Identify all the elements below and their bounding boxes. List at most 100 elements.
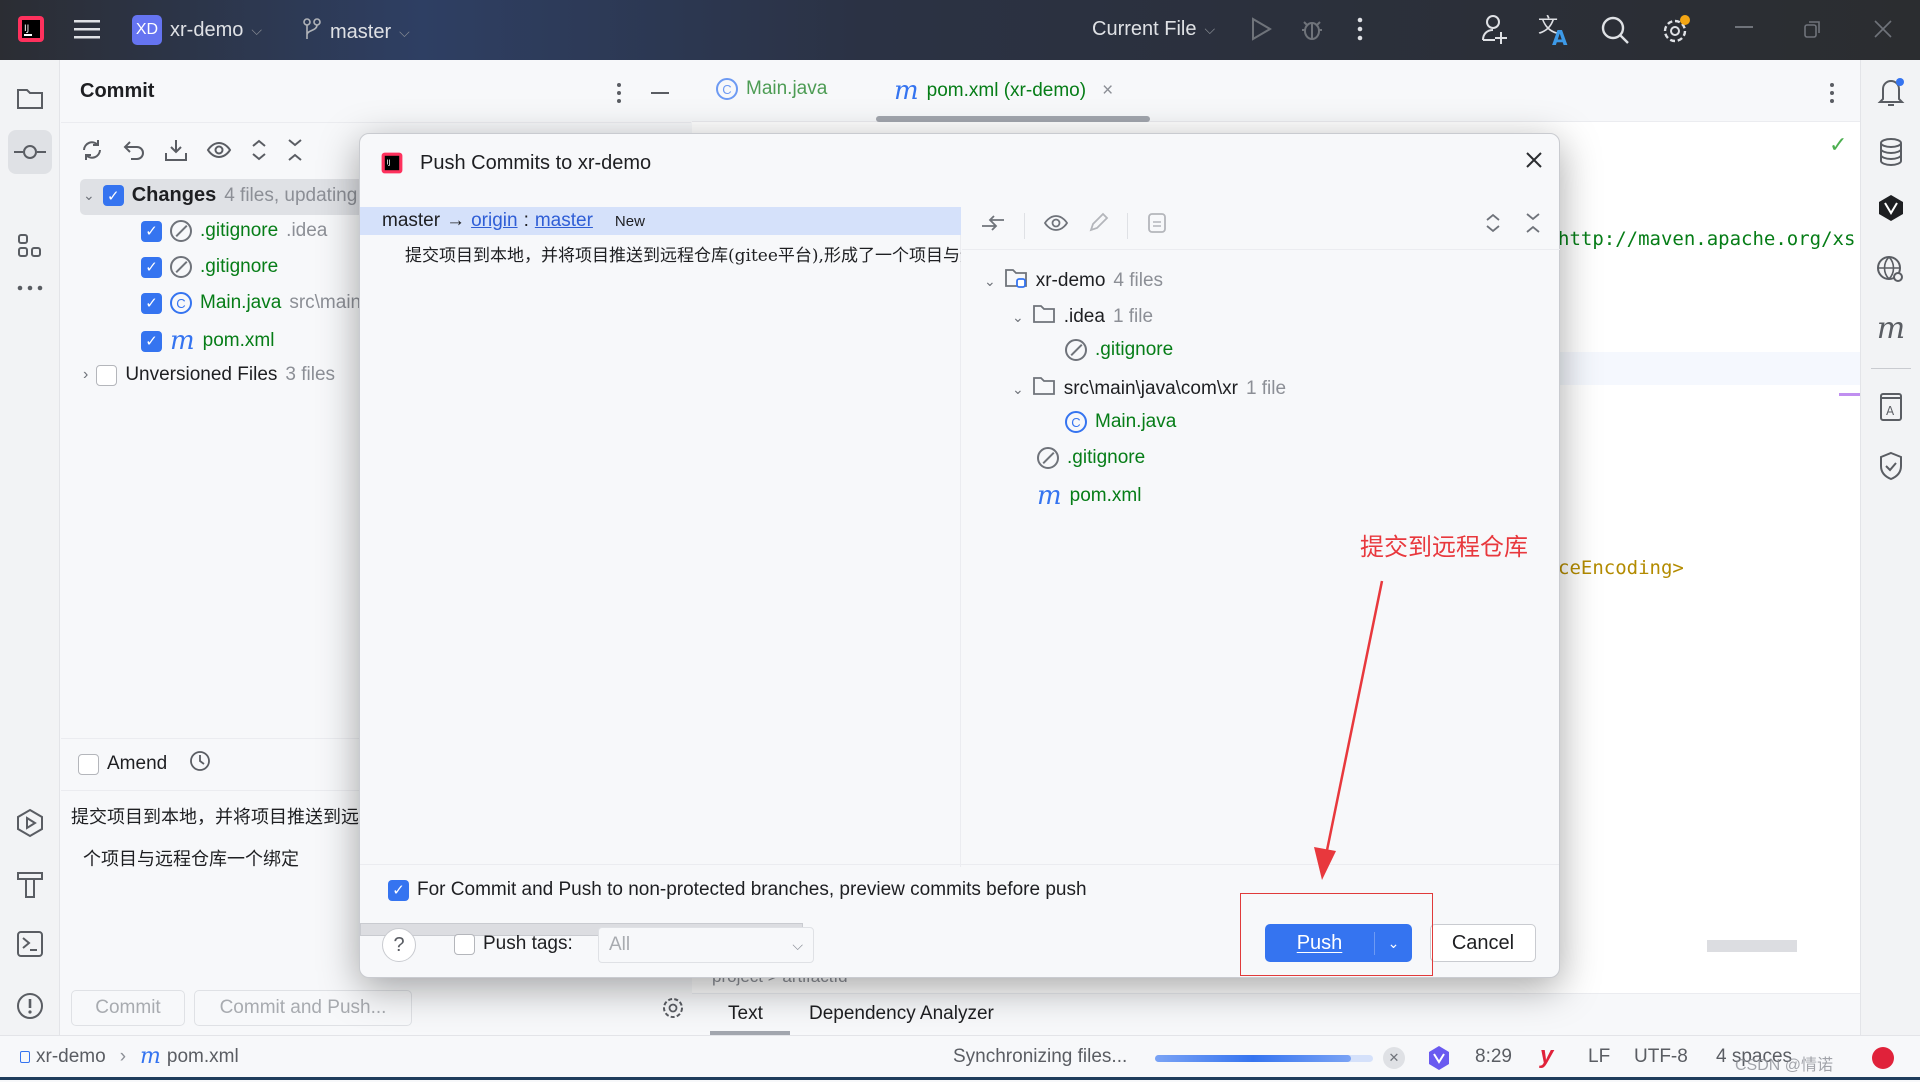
amend-checkbox[interactable] [78,753,99,775]
more-actions-icon[interactable] [1357,16,1363,42]
project-folder-icon[interactable] [12,80,48,116]
unversioned-group[interactable]: › Unversioned Files 3 files [83,364,335,386]
line-separator[interactable]: LF [1588,1046,1610,1068]
breadcrumb-project[interactable]: xr-demo [36,1046,106,1068]
run-config-selector[interactable]: Current File ⌵ [1092,18,1215,41]
expand-all-icon[interactable] [250,138,268,168]
tree-node-file[interactable]: .gitignore [1065,339,1173,361]
dictionary-icon[interactable]: A [1873,388,1909,424]
restore-icon[interactable] [1804,20,1822,38]
debug-icon[interactable] [1300,16,1324,42]
amend-option[interactable]: Amend [78,750,211,778]
tree-node-file[interactable]: m pom.xml [1037,483,1141,509]
cancel-task-icon[interactable]: ✕ [1383,1047,1405,1069]
security-shield-icon[interactable] [1873,448,1909,484]
ai-assistant-icon[interactable] [1873,190,1909,226]
more-tools-icon[interactable] [12,270,48,306]
branch-selector[interactable]: master ⌵ [302,17,410,47]
show-diff-icon[interactable] [980,212,1006,240]
terminal-icon[interactable] [12,926,48,962]
database-icon[interactable] [1873,134,1909,170]
add-user-icon[interactable] [1481,14,1509,46]
translate-icon[interactable]: 文A [1538,14,1570,46]
help-button[interactable]: ? [382,928,416,962]
background-task-label[interactable]: Synchronizing files... [953,1046,1127,1068]
collapse-all-icon[interactable] [1524,212,1542,240]
file-checkbox[interactable]: ✓ [141,292,162,314]
run-icon[interactable] [1250,17,1272,41]
hide-panel-icon[interactable] [651,92,669,94]
view-options-icon[interactable] [206,138,232,168]
push-tags-checkbox[interactable] [454,933,475,955]
tab-pom-xml[interactable]: m pom.xml (xr-demo) × [894,78,1113,104]
breadcrumb-file[interactable]: pom.xml [167,1046,239,1068]
commit-tool-icon[interactable] [8,130,52,174]
tab-dependency-analyzer[interactable]: Dependency Analyzer [809,1003,994,1025]
unversioned-checkbox[interactable] [96,364,118,386]
services-icon[interactable] [12,805,48,841]
push-tags-option[interactable]: Push tags: [454,933,573,955]
changes-group[interactable]: ⌄ ✓ Changes 4 files, updating... [83,184,373,207]
build-icon[interactable] [12,866,48,902]
tab-main-java[interactable]: C Main.java [716,78,827,100]
refresh-icon[interactable] [80,138,104,168]
close-tab-icon[interactable]: × [1102,80,1113,102]
close-window-icon[interactable] [1874,20,1892,38]
close-dialog-icon[interactable] [1525,148,1543,176]
remote-branch-link[interactable]: master [535,210,593,232]
push-tags-select[interactable]: All ⌵ [598,927,814,963]
changes-checkbox[interactable]: ✓ [102,185,124,206]
file-row[interactable]: ✓ .gitignore [141,256,278,278]
expand-all-icon[interactable] [1484,212,1502,240]
tree-node-folder[interactable]: ⌄ .idea 1 file [1012,303,1153,331]
main-menu-icon[interactable] [74,18,100,40]
file-name: .gitignore [200,220,279,241]
view-options-icon[interactable] [1043,212,1069,240]
editor-hscroll[interactable] [1707,940,1797,952]
minimize-icon[interactable] [1735,26,1753,30]
rollback-icon[interactable] [122,138,146,168]
preview-option[interactable]: ✓ For Commit and Push to non-protected b… [388,879,1087,901]
remote-link[interactable]: origin [471,210,517,232]
tree-node-folder[interactable]: ⌄ src\main\java\com\xr 1 file [1012,375,1286,403]
chevron-down-icon[interactable]: ⌄ [1012,309,1024,326]
maven-tool-icon[interactable]: m [1873,310,1909,346]
tree-node-root[interactable]: ⌄ xr-demo 4 files [984,267,1163,295]
project-selector[interactable]: XD xr-demo ⌵ [132,15,262,45]
cancel-button[interactable]: Cancel [1430,924,1536,962]
youdao-icon[interactable]: y [1540,1042,1553,1070]
collapse-all-icon[interactable] [286,138,304,168]
ai-assistant-icon[interactable] [1426,1045,1452,1077]
settings-icon[interactable] [1660,14,1692,46]
file-checkbox[interactable]: ✓ [141,256,162,278]
maven-icon: m [1037,481,1062,511]
push-spec-row[interactable]: master → origin : master New [360,207,961,235]
tree-node-file[interactable]: C Main.java [1065,411,1176,433]
caret-position[interactable]: 8:29 [1475,1046,1512,1068]
structure-icon[interactable] [12,228,48,264]
chevron-down-icon[interactable]: ⌄ [1012,381,1024,398]
tab-options-icon[interactable] [1829,82,1835,110]
commit-and-push-button[interactable]: Commit and Push... [194,990,412,1026]
commit-button[interactable]: Commit [71,990,185,1026]
notifications-icon[interactable] [1873,74,1909,110]
commit-entry[interactable]: 提交项目到本地，并将项目推送到远程仓库(gitee平台),形成了一个项目与远程仓… [405,241,961,266]
chevron-right-icon[interactable]: › [83,366,88,384]
tree-node-file[interactable]: .gitignore [1037,447,1145,469]
problems-icon[interactable] [12,988,48,1024]
search-icon[interactable] [1600,15,1630,45]
web-search-icon[interactable] [1873,252,1909,288]
panel-options-icon[interactable] [616,82,622,110]
file-checkbox[interactable]: ✓ [141,220,162,242]
commit-settings-icon[interactable] [661,996,685,1026]
tab-text[interactable]: Text [728,1003,763,1025]
chevron-down-icon[interactable]: ⌄ [984,273,996,290]
file-row[interactable]: ✓ .gitignore .idea [141,220,327,242]
file-checkbox[interactable]: ✓ [141,330,162,352]
preview-checkbox[interactable]: ✓ [388,879,409,901]
shelve-icon[interactable] [164,138,188,168]
file-encoding[interactable]: UTF-8 [1634,1046,1688,1068]
history-icon[interactable] [189,750,211,778]
chevron-down-icon[interactable]: ⌄ [83,187,95,204]
file-row[interactable]: ✓ m pom.xml [141,328,274,354]
